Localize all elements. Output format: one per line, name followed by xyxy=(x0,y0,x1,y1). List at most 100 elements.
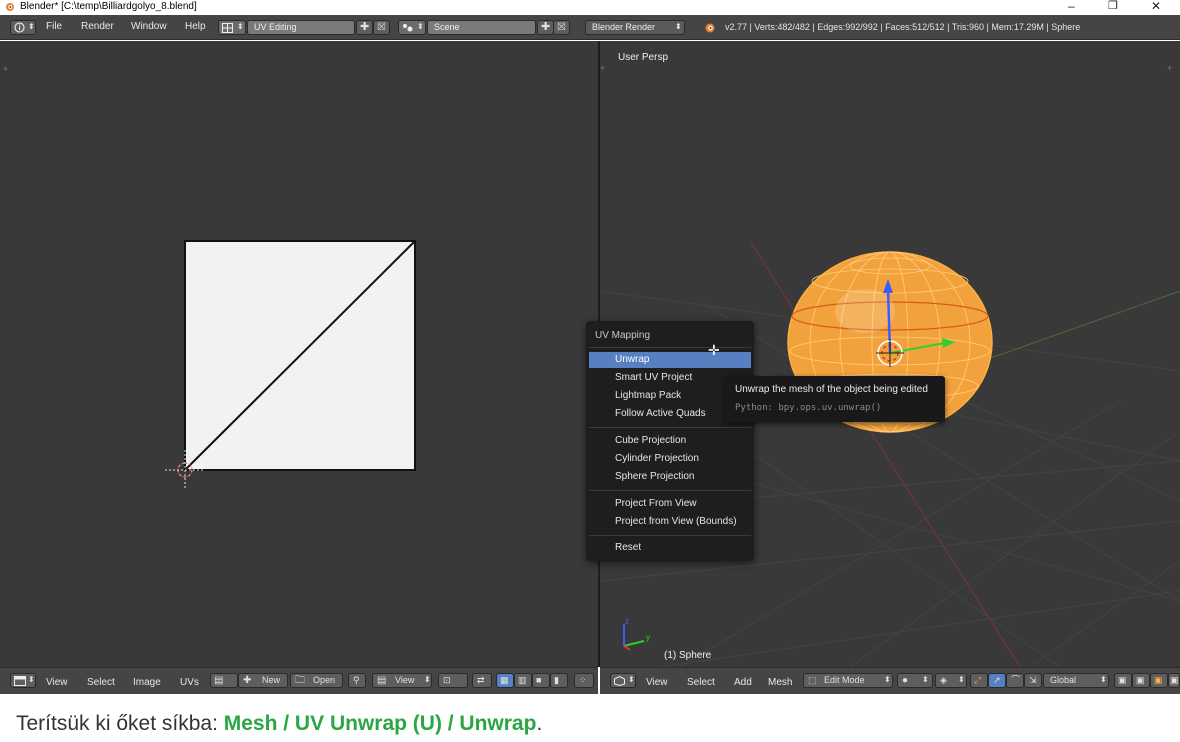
menu-file[interactable]: File xyxy=(46,21,62,32)
chevron-updown-icon: ⬍ xyxy=(628,675,635,684)
rotate-manipulator-button[interactable]: ⌒ xyxy=(1006,673,1024,688)
menu-separator xyxy=(589,535,751,536)
transform-orientation-dropdown[interactable]: Global ⬍ xyxy=(1043,673,1109,688)
info-header: ⬍ File Render Window Help ⬍ UV Editing ✚… xyxy=(0,15,1180,40)
pivot-point-dropdown[interactable]: ◈ ⬍ xyxy=(935,673,967,688)
uv-menu-select[interactable]: Select xyxy=(87,677,115,688)
editor-type-image-button[interactable]: ⬍ xyxy=(10,673,36,688)
menu-item-sphere-projection[interactable]: Sphere Projection xyxy=(589,469,751,485)
blender-logo-icon xyxy=(6,3,14,11)
screen-layout-field[interactable]: UV Editing xyxy=(247,20,355,35)
uv-canvas[interactable] xyxy=(0,41,598,667)
region-toggle-plus-icon[interactable]: + xyxy=(1167,63,1172,73)
close-button[interactable]: ✕ xyxy=(1151,0,1161,13)
scene-icon xyxy=(403,24,413,32)
chevron-updown-icon: ⬍ xyxy=(922,675,929,684)
new-image-button[interactable]: ✚ New xyxy=(238,673,288,688)
shading-dropdown[interactable]: ● ⬍ xyxy=(897,673,933,688)
view3d-menu-view[interactable]: View xyxy=(646,677,668,688)
uv-menu-image[interactable]: Image xyxy=(133,677,161,688)
menu-item-reset[interactable]: Reset xyxy=(589,540,751,556)
view3d-menu-add[interactable]: Add xyxy=(734,677,752,688)
editor-type-3dview-button[interactable]: ⬍ xyxy=(610,673,636,688)
menu-help[interactable]: Help xyxy=(185,21,206,32)
delete-scene-button[interactable]: ☒ xyxy=(553,20,570,35)
manipulator-toggle-button[interactable]: ⤢ xyxy=(970,673,988,688)
sync-selection-button[interactable]: ⇄ xyxy=(472,673,492,688)
translate-manipulator-button[interactable]: ↗ xyxy=(988,673,1006,688)
scene-field[interactable]: Scene xyxy=(427,20,536,35)
render-engine-dropdown[interactable]: Blender Render ⬍ xyxy=(585,20,685,35)
uv-mapping-menu: UV Mapping Unwrap Smart UV Project Light… xyxy=(586,321,754,561)
uv-image-editor[interactable]: + xyxy=(0,41,598,667)
menu-item-project-from-view[interactable]: Project From View xyxy=(589,496,751,512)
select-face-button[interactable]: ■ xyxy=(532,673,550,688)
axis-gizmo-icon: z y xyxy=(623,617,650,651)
plus-icon: ✚ xyxy=(243,675,252,686)
chevron-updown-icon: ⬍ xyxy=(675,22,682,31)
screen-layout-browse-button[interactable]: ⬍ xyxy=(218,20,246,35)
uv-editor-header: ⬍ View Select Image UVs ▤ ✚ New 🗀 Open ⚲… xyxy=(0,667,598,694)
uv-menu-view[interactable]: View xyxy=(46,677,68,688)
caption-menu-path: Mesh / UV Unwrap (U) / Unwrap xyxy=(223,712,537,735)
folder-icon: 🗀 xyxy=(295,675,305,686)
rotate-arc-icon: ⌒ xyxy=(1011,675,1021,685)
chevron-updown-icon: ⬍ xyxy=(28,675,35,684)
new-image-label: New xyxy=(262,675,281,685)
select-vertex-button[interactable]: ▦ xyxy=(496,673,514,688)
scale-arrow-icon: ⇲ xyxy=(1029,675,1037,685)
menu-render[interactable]: Render xyxy=(81,21,114,32)
plus-icon: ✚ xyxy=(541,21,551,33)
mode-dropdown[interactable]: ⬚ Edit Mode ⬍ xyxy=(803,673,893,688)
menu-item-cylinder-projection[interactable]: Cylinder Projection xyxy=(589,451,751,467)
menu-window[interactable]: Window xyxy=(131,21,167,32)
menu-item-project-from-view-bounds[interactable]: Project from View (Bounds) xyxy=(589,514,751,530)
pivot-icon: ◈ xyxy=(940,675,947,685)
face-select-icon: ▣ xyxy=(1154,675,1163,685)
window-titlebar: Blender* [C:\temp\Billiardgolyo_8.blend]… xyxy=(0,0,1180,14)
uv-view-mode-dropdown[interactable]: ▤ View ⬍ xyxy=(372,673,432,688)
limit-selection-button[interactable]: ▣ xyxy=(1168,673,1180,688)
chevron-updown-icon: ⬍ xyxy=(1100,675,1107,684)
sync-icon: ⇄ xyxy=(477,675,485,685)
select-face-mode-button[interactable]: ▣ xyxy=(1150,673,1168,688)
plus-icon: ✚ xyxy=(360,21,370,33)
view3d-menu-mesh[interactable]: Mesh xyxy=(768,677,792,688)
sticky-select-button[interactable]: ⁘ xyxy=(574,673,594,688)
layout-grid-icon xyxy=(222,23,233,33)
editor-type-info-button[interactable]: ⬍ xyxy=(10,20,36,35)
view3d-menu-select[interactable]: Select xyxy=(687,677,715,688)
add-scene-button[interactable]: ✚ xyxy=(537,20,554,35)
pivot-dropdown[interactable]: ⊡ xyxy=(438,673,468,688)
select-edge-mode-button[interactable]: ▣ xyxy=(1132,673,1150,688)
restore-button[interactable]: ❐ xyxy=(1108,0,1118,12)
blender-logo-icon xyxy=(705,23,715,33)
operator-tooltip: Unwrap the mesh of the object being edit… xyxy=(725,376,945,422)
select-vertex-mode-button[interactable]: ▣ xyxy=(1114,673,1132,688)
select-island-button[interactable]: ▮ xyxy=(550,673,568,688)
scale-manipulator-button[interactable]: ⇲ xyxy=(1024,673,1042,688)
delete-screen-button[interactable]: ☒ xyxy=(373,20,390,35)
scene-browse-button[interactable]: ⬍ xyxy=(398,20,426,35)
pin-image-button[interactable]: ⚲ xyxy=(348,673,366,688)
image-icon: ▤ xyxy=(214,675,224,686)
menu-item-unwrap[interactable]: Unwrap xyxy=(589,352,751,368)
chevron-updown-icon: ⬍ xyxy=(417,22,424,31)
caption-prefix: Terítsük ki őket síkba: xyxy=(16,712,224,735)
minimize-button[interactable]: – xyxy=(1068,0,1075,13)
chevron-updown-icon: ⬍ xyxy=(237,22,244,31)
toolshelf-toggle-plus-icon[interactable]: + + xyxy=(600,63,605,73)
uv-menu-uvs[interactable]: UVs xyxy=(180,677,199,688)
svg-text:z: z xyxy=(625,617,629,626)
menu-separator xyxy=(589,347,751,348)
chevron-updown-icon: ⬍ xyxy=(28,22,35,31)
add-screen-button[interactable]: ✚ xyxy=(356,20,373,35)
view-mode-label: View xyxy=(395,675,415,685)
open-image-button[interactable]: 🗀 Open xyxy=(290,673,343,688)
menu-item-cube-projection[interactable]: Cube Projection xyxy=(589,433,751,449)
select-edge-button[interactable]: ▥ xyxy=(514,673,532,688)
pin-icon: ⚲ xyxy=(353,675,360,685)
image-browse-button[interactable]: ▤ xyxy=(210,673,238,688)
mode-label: Edit Mode xyxy=(824,675,865,685)
render-engine-label: Blender Render xyxy=(592,22,656,32)
